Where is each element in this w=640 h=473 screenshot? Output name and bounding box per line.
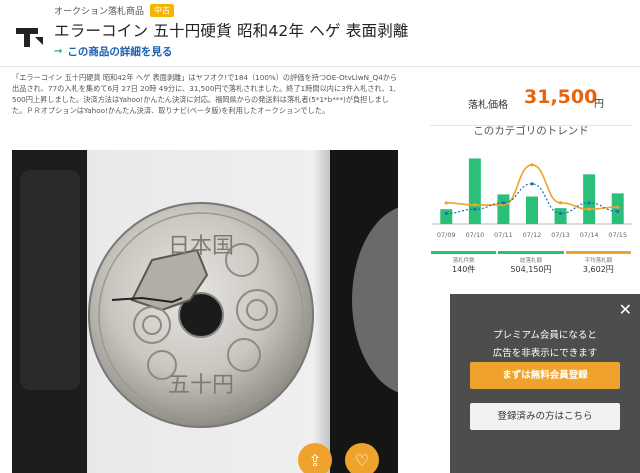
stat-average: 平均落札額 3,602円 [565,251,631,277]
login-button[interactable]: 登録済みの方はこちら [470,403,620,430]
chart-bar [526,196,538,224]
register-free-button[interactable]: まずは無料会員登録 [470,362,620,389]
chart-tick-label: 07/12 [523,231,542,239]
chart-point [616,209,620,213]
chart-point [587,201,591,205]
chart-tick-label: 07/09 [437,231,456,239]
coin-text-top: 日本国 [168,234,234,259]
favorite-button[interactable]: ♡ [345,443,379,473]
trend-stats: 落札件数 140件 総落札額 504,150円 平均落札額 3,602円 [430,251,632,277]
stat-average-value: 3,602円 [582,265,614,274]
chart-bar [440,209,453,224]
sidebar: 落札価格 31,500 円 このカテゴリのトレンド 07/09 07/10 07/1… [422,67,640,473]
arrow-right-icon: → [54,46,63,57]
popup-line-2: 広告を非表示にできます [492,348,598,359]
stat-count-label: 落札件数 [452,258,475,264]
condition-badge: 中古 [150,4,175,17]
trend-chart: 07/09 07/10 07/11 07/12 07/13 07/14 07/15 [432,158,632,239]
coin-text-bottom: 五十円 [168,373,234,398]
stat-total-value: 504,150円 [510,265,552,274]
popup-line-1: プレミアム会員になると [493,330,597,341]
chart-tick-label: 07/15 [608,231,627,239]
chart-point [587,207,591,211]
stat-total-label: 総落札額 [519,258,542,264]
stat-total: 総落札額 504,150円 [498,251,564,277]
trend-title: このカテゴリのトレンド [473,125,589,137]
price-box: 落札価格 31,500 円 [430,75,632,126]
chart-bar [468,158,481,224]
product-photo: 日本国 五十円 ⇪ ♡ [12,150,398,473]
detail-link-label: この商品の詳細を見る [67,46,173,58]
chart-point [558,201,563,205]
chart-tick-label: 07/10 [465,231,484,239]
premium-ad-popup: ✕ プレミアム会員になると 広告を非表示にできます まずは無料会員登録 登録済み… [450,294,640,473]
chart-point [530,182,534,186]
chart-point [530,163,534,167]
price-label: 落札価格 [468,100,508,111]
share-button[interactable]: ⇪ [298,443,332,473]
chart-point [616,205,620,209]
close-icon[interactable]: ✕ [619,300,632,319]
chart-point [473,203,477,207]
stat-count: 落札件数 140件 [431,251,497,277]
detail-link[interactable]: → この商品の詳細を見る [54,44,172,59]
chart-point [558,211,563,216]
chart-tick-label: 07/11 [494,231,513,239]
breadcrumb-label: オークション落札商品 [54,7,145,17]
price-unit: 円 [594,99,604,110]
breadcrumb: オークション落札商品 中古 [54,4,175,17]
chart-point [473,207,477,211]
header: オークション落札商品 中古 エラーコイン 五十円硬貨 昭和42年 ヘゲ 表面剥離… [0,0,640,66]
coin-image: 日本国 五十円 [12,150,398,473]
auctions-logo-icon[interactable] [14,18,44,48]
stat-count-value: 140件 [452,265,476,274]
popup-message: プレミアム会員になると 広告を非表示にできます [450,327,640,363]
chart-bar [554,208,567,224]
page-title: エラーコイン 五十円硬貨 昭和42年 ヘゲ 表面剥離 [54,22,409,40]
chart-point [501,201,506,205]
price-value: 31,500 [524,86,598,108]
chart-point [444,211,448,216]
chart-bar [497,194,510,224]
chart-tick-label: 07/14 [580,231,599,239]
stat-average-label: 平均落札額 [584,258,613,264]
heart-icon: ♡ [354,450,370,470]
chart-bar [583,174,596,224]
chart-tick-label: 07/13 [551,231,570,239]
chart-point [444,201,448,205]
auction-description: 「エラーコイン 五十円硬貨 昭和42年 ヘゲ 表面剥離」はヤフオク!で184（1… [12,73,398,115]
share-icon: ⇪ [308,450,322,470]
